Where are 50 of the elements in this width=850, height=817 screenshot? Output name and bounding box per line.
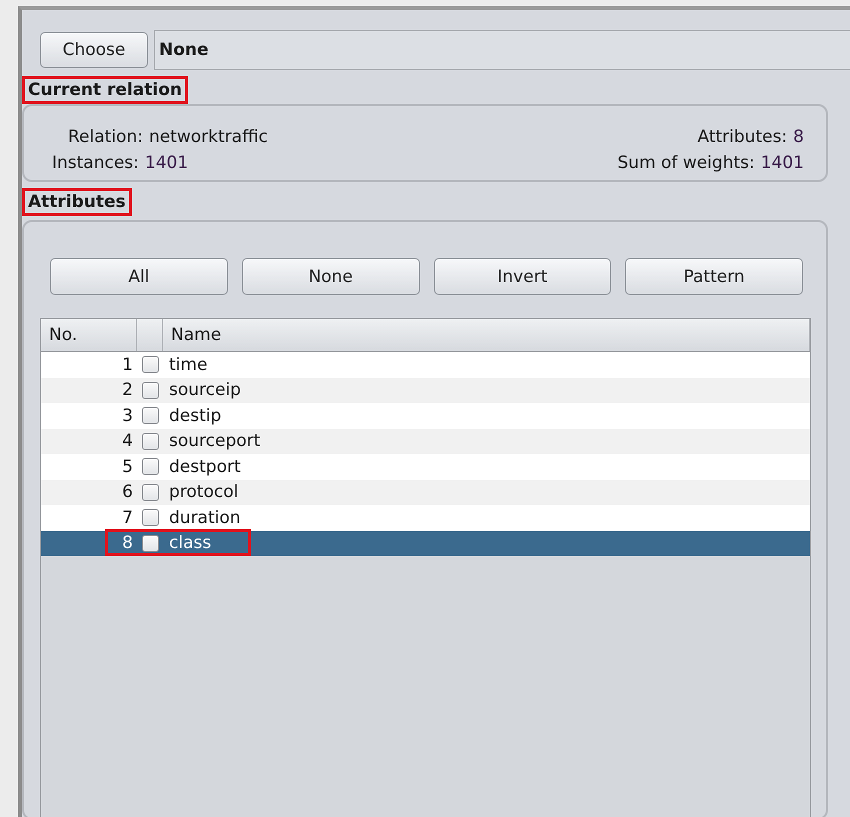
row-number: 1 bbox=[121, 354, 134, 375]
checkbox[interactable] bbox=[142, 509, 158, 526]
attributes-label: Attributes: bbox=[698, 126, 788, 149]
attribute-name: sourceport bbox=[168, 431, 262, 452]
checkbox[interactable] bbox=[142, 432, 158, 450]
section-title: Attributes bbox=[22, 188, 132, 216]
instances-value: 1401 bbox=[144, 152, 188, 175]
table-row[interactable]: 3 destip bbox=[41, 403, 810, 428]
selection-button[interactable]: Invert bbox=[434, 258, 612, 295]
row-number: 5 bbox=[121, 456, 134, 477]
choose-button[interactable]: Choose bbox=[40, 32, 148, 68]
attribute-name: class bbox=[168, 533, 212, 554]
selection-button[interactable]: Pattern bbox=[625, 258, 803, 295]
table-row[interactable]: 7 duration bbox=[41, 505, 810, 530]
table-row[interactable]: 2 sourceip bbox=[41, 378, 810, 403]
attribute-name: destport bbox=[168, 456, 242, 477]
section-title: Current relation bbox=[22, 76, 188, 104]
attributes-value: 8 bbox=[793, 126, 804, 149]
attribute-name: duration bbox=[168, 508, 242, 528]
relation-label: Relation: bbox=[68, 126, 143, 149]
checkbox[interactable] bbox=[142, 458, 158, 476]
row-number: 8 bbox=[121, 533, 134, 554]
checkbox[interactable] bbox=[142, 484, 158, 501]
table-row[interactable]: 5 destport bbox=[41, 454, 810, 480]
table-row[interactable]: 4 sourceport bbox=[41, 428, 810, 454]
row-number: 2 bbox=[121, 380, 134, 400]
row-number: 7 bbox=[121, 508, 134, 528]
filter-field[interactable]: None bbox=[154, 30, 850, 70]
weights-label: Sum of weights: bbox=[618, 152, 755, 175]
selection-button[interactable]: All bbox=[50, 258, 228, 295]
instances-label: Instances: bbox=[52, 152, 139, 175]
row-number: 4 bbox=[121, 431, 134, 452]
row-number: 6 bbox=[121, 482, 134, 502]
table-row[interactable]: 8 class bbox=[41, 530, 810, 556]
attribute-name: protocol bbox=[168, 482, 240, 502]
relation-value: networktraffic bbox=[148, 126, 268, 149]
selection-button[interactable]: None bbox=[242, 258, 420, 295]
column-header[interactable]: Name bbox=[163, 319, 810, 351]
attribute-name: sourceip bbox=[168, 380, 242, 400]
table-row[interactable]: 6 protocol bbox=[41, 480, 810, 505]
checkbox[interactable] bbox=[142, 407, 158, 424]
checkbox[interactable] bbox=[142, 356, 158, 374]
table-row[interactable]: 1 time bbox=[41, 352, 810, 378]
weights-value: 1401 bbox=[760, 152, 804, 175]
attribute-name: time bbox=[168, 354, 208, 375]
attribute-name: destip bbox=[168, 406, 222, 426]
checkbox[interactable] bbox=[142, 382, 158, 399]
row-number: 3 bbox=[121, 406, 134, 426]
column-header[interactable]: No. bbox=[41, 319, 137, 351]
checkbox[interactable] bbox=[142, 534, 158, 552]
